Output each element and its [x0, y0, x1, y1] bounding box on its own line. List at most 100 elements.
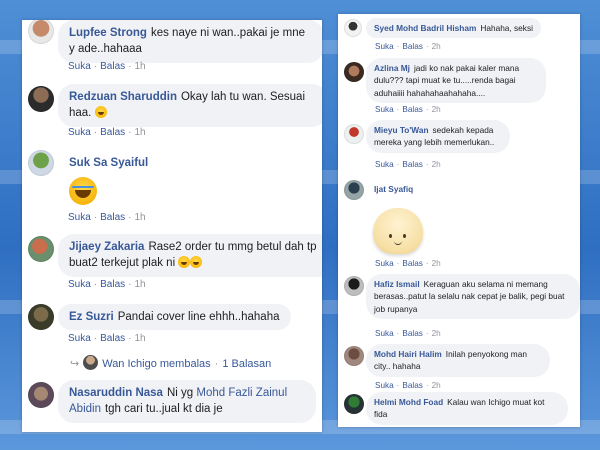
- reply-link[interactable]: Balas: [100, 279, 125, 290]
- like-link[interactable]: Suka: [68, 127, 91, 138]
- comment: Redzuan Sharuddin Okay lah tu wan. Sesuai…: [22, 84, 322, 144]
- like-link[interactable]: Suka: [68, 333, 91, 344]
- like-link[interactable]: Suka: [68, 279, 91, 290]
- commenter-name[interactable]: Azlina Mj: [374, 63, 410, 73]
- avatar[interactable]: [344, 62, 364, 82]
- comment-actions: Suka · Balas · 1h: [68, 279, 146, 290]
- laughing-tears-emoji: [69, 177, 97, 205]
- reply-link[interactable]: Balas: [402, 105, 422, 114]
- commenter-name[interactable]: Ijat Syafiq: [374, 184, 413, 194]
- reply-link[interactable]: Balas: [100, 61, 125, 72]
- reply-link[interactable]: Balas: [100, 127, 125, 138]
- like-link[interactable]: Suka: [375, 329, 394, 338]
- comment-bubble: Jijaey Zakaria Rase2 order tu mmg betul d…: [58, 234, 322, 277]
- commenter-name[interactable]: Helmi Mohd Foad: [374, 397, 443, 407]
- timestamp[interactable]: 1h: [135, 212, 146, 223]
- comment-actions: Suka · Balas · 2h: [375, 259, 441, 268]
- timestamp[interactable]: 2h: [432, 329, 441, 338]
- like-link[interactable]: Suka: [375, 160, 394, 169]
- reply-link[interactable]: Balas: [402, 259, 422, 268]
- comment-bubble: Syed Mohd Badril Hisham Hahaha, seksi: [366, 18, 541, 39]
- like-link[interactable]: Suka: [375, 42, 394, 51]
- comment-bubble: Suk Sa Syaiful: [58, 150, 163, 176]
- comment: Ijat Syafiq Suka · Balas · 2h: [338, 178, 580, 272]
- reply-link[interactable]: Balas: [402, 381, 422, 390]
- comment-actions: Suka · Balas · 1h: [68, 212, 146, 223]
- avatar[interactable]: [344, 180, 364, 200]
- comment: Nasaruddin Nasa Ni yg Mohd Fazli Zainul A…: [22, 380, 322, 432]
- commenter-name[interactable]: Redzuan Sharuddin: [69, 91, 177, 103]
- timestamp[interactable]: 1h: [135, 279, 146, 290]
- commenter-name[interactable]: Hafiz Ismail: [374, 279, 420, 289]
- view-replies-link[interactable]: ↪ Wan Ichigo membalas · 1 Balasan: [70, 355, 271, 370]
- reply-link[interactable]: Balas: [402, 160, 422, 169]
- avatar[interactable]: [344, 19, 362, 37]
- avatar[interactable]: [28, 20, 54, 44]
- laughing-emoji: [190, 256, 203, 269]
- avatar[interactable]: [28, 150, 54, 176]
- commenter-name[interactable]: Lupfee Strong: [69, 27, 147, 39]
- comment-bubble: Hafiz Ismail Keraguan aku selama ni meman…: [366, 274, 580, 320]
- commenter-name[interactable]: Mohd Hairi Halim: [374, 349, 442, 359]
- timestamp[interactable]: 2h: [432, 105, 441, 114]
- comment-actions: Suka · Balas · 1h: [68, 127, 146, 138]
- comment-text-continued: tgh cari tu..jual kt dia je: [104, 403, 223, 416]
- commenter-name[interactable]: Mieyu To'Wan: [374, 125, 429, 135]
- replier-label[interactable]: Wan Ichigo membalas: [102, 358, 210, 370]
- avatar[interactable]: [28, 382, 54, 408]
- comment-bubble: Azlina Mj jadi ko nak pakai kaler mana du…: [366, 58, 546, 104]
- timestamp[interactable]: 2h: [432, 259, 441, 268]
- avatar[interactable]: [344, 346, 364, 366]
- timestamp[interactable]: 1h: [135, 61, 146, 72]
- comment-text: Ni yg: [166, 387, 194, 399]
- comment-actions: Suka · Balas · 2h: [375, 42, 441, 51]
- comment-actions: Suka · Balas · 2h: [375, 105, 441, 114]
- comments-panel-right: Syed Mohd Badril Hisham Hahaha, seksi Suk…: [338, 14, 580, 427]
- commenter-name[interactable]: Syed Mohd Badril Hisham: [374, 23, 476, 33]
- comment-actions: Suka · Balas · 2h: [375, 381, 441, 390]
- avatar[interactable]: [28, 304, 54, 330]
- timestamp[interactable]: 1h: [135, 127, 146, 138]
- comment-actions: Suka · Balas · 2h: [375, 160, 441, 169]
- avatar[interactable]: [344, 394, 364, 414]
- avatar[interactable]: [344, 124, 364, 144]
- reply-link[interactable]: Balas: [100, 333, 125, 344]
- commenter-name[interactable]: Nasaruddin Nasa: [69, 387, 163, 399]
- timestamp[interactable]: 2h: [432, 42, 441, 51]
- comment: Mohd Hairi Halim Inilah penyokong man cit…: [338, 344, 580, 396]
- commenter-name[interactable]: Jijaey Zakaria: [69, 241, 144, 253]
- like-link[interactable]: Suka: [375, 259, 394, 268]
- comment-bubble: Mohd Hairi Halim Inilah penyokong man cit…: [366, 344, 550, 377]
- comment: Jijaey Zakaria Rase2 order tu mmg betul d…: [22, 234, 322, 300]
- reply-link[interactable]: Balas: [402, 329, 422, 338]
- timestamp[interactable]: 2h: [432, 381, 441, 390]
- avatar[interactable]: [28, 236, 54, 262]
- comments-panel-left: Lupfee Strong kes naye ni wan..pakai je m…: [22, 20, 322, 432]
- comment-actions: Suka · Balas · 2h: [375, 329, 441, 338]
- comment: Helmi Mohd Foad Kalau wan Ichigo muat kot…: [338, 392, 580, 427]
- avatar: [83, 355, 99, 370]
- comment-actions: Suka · Balas · 1h: [68, 333, 146, 344]
- comment-bubble: Mieyu To'Wan sedekah kepada mereka yang l…: [366, 120, 510, 153]
- comment-bubble: Ez Suzri Pandai cover line ehhh..hahaha: [58, 304, 291, 331]
- like-link[interactable]: Suka: [375, 105, 394, 114]
- reply-count[interactable]: 1 Balasan: [222, 358, 271, 370]
- like-link[interactable]: Suka: [68, 61, 91, 72]
- reply-link[interactable]: Balas: [402, 42, 422, 51]
- commenter-name[interactable]: Suk Sa Syaiful: [69, 157, 148, 169]
- like-link[interactable]: Suka: [68, 212, 91, 223]
- comment-text: Pandai cover line ehhh..hahaha: [117, 311, 280, 323]
- avatar[interactable]: [344, 276, 364, 296]
- laughing-emoji: [178, 256, 191, 269]
- reply-link[interactable]: Balas: [100, 212, 125, 223]
- comment-actions: Suka · Balas · 1h: [68, 61, 146, 72]
- commenter-name[interactable]: Ez Suzri: [69, 311, 114, 323]
- comment: Mieyu To'Wan sedekah kepada mereka yang l…: [338, 120, 580, 176]
- reply-arrow-icon: ↪: [70, 358, 80, 370]
- comment-bubble: Lupfee Strong kes naye ni wan..pakai je m…: [58, 20, 322, 63]
- like-link[interactable]: Suka: [375, 381, 394, 390]
- timestamp[interactable]: 1h: [135, 333, 146, 344]
- avatar[interactable]: [28, 86, 54, 112]
- smiling-bun-sticker: [373, 208, 423, 254]
- timestamp[interactable]: 2h: [432, 160, 441, 169]
